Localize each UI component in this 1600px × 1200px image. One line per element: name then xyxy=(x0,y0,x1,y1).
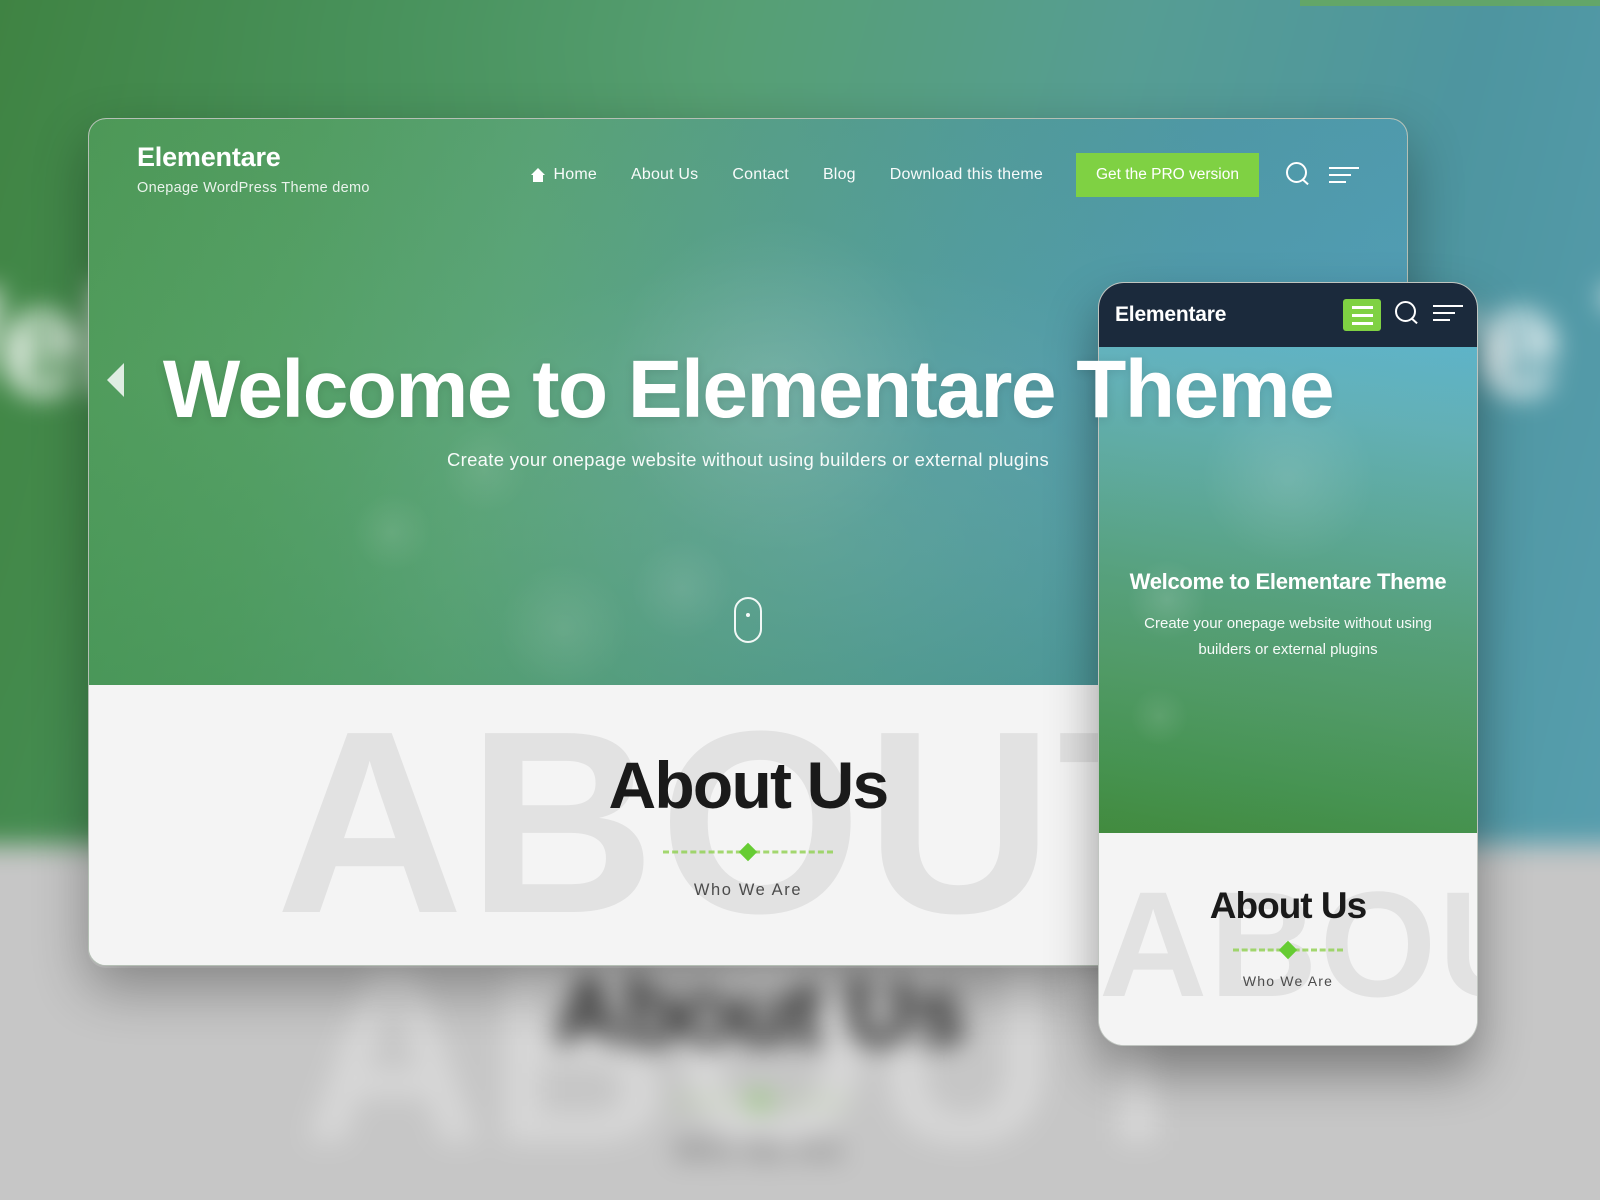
hamburger-icon xyxy=(1433,303,1463,323)
desktop-about-separator xyxy=(663,842,833,862)
mobile-hero-subtitle: Create your onepage website without usin… xyxy=(1144,615,1432,659)
background-top-strip xyxy=(1300,0,1600,6)
nav-item-download-label: Download this theme xyxy=(889,166,1043,183)
desktop-brand-name: Elementare xyxy=(137,142,281,172)
mobile-hero-text: Welcome to Elementare Theme Create your … xyxy=(1099,569,1477,664)
mobile-menu-toggle-button[interactable] xyxy=(1433,303,1463,328)
nav-item-about-us-label: About Us xyxy=(630,166,699,183)
get-pro-version-button[interactable]: Get the PRO version xyxy=(1075,153,1259,197)
desktop-brand[interactable]: Elementare Onepage WordPress Theme demo xyxy=(137,142,370,196)
mobile-search-button[interactable] xyxy=(1394,300,1420,331)
nav-item-about-us[interactable]: About Us xyxy=(614,156,715,194)
desktop-menu: Home About Us Contact Blog Download this… xyxy=(513,143,1359,197)
carousel-prev-arrow-icon[interactable] xyxy=(107,363,124,397)
nav-item-blog[interactable]: Blog xyxy=(806,156,873,194)
mobile-about-section: ABOUT About Us Who We Are xyxy=(1099,833,1477,1045)
mobile-menu-button[interactable] xyxy=(1343,299,1381,331)
desktop-hero-title: Welcome to Elementare Theme xyxy=(162,344,1335,435)
mobile-brand-name[interactable]: Elementare xyxy=(1115,303,1226,327)
mobile-header: Elementare xyxy=(1099,283,1477,347)
search-icon xyxy=(1394,300,1420,326)
nav-item-contact[interactable]: Contact xyxy=(715,156,806,194)
nav-item-blog-label: Blog xyxy=(822,166,856,183)
desktop-menu-toggle-button[interactable] xyxy=(1329,161,1359,190)
mobile-header-actions xyxy=(1343,299,1463,331)
mobile-hero-title: Welcome to Elementare Theme xyxy=(1129,569,1447,594)
background-about-separator xyxy=(672,1091,846,1111)
mouse-scroll-icon[interactable] xyxy=(734,597,762,643)
mobile-about-heading: About Us xyxy=(1209,885,1367,926)
desktop-brand-tagline: Onepage WordPress Theme demo xyxy=(137,179,370,196)
search-icon xyxy=(1285,161,1311,187)
nav-item-home[interactable]: Home xyxy=(513,156,613,194)
desktop-search-button[interactable] xyxy=(1285,159,1311,192)
nav-item-contact-label: Contact xyxy=(732,166,789,183)
nav-item-download-this-theme[interactable]: Download this theme xyxy=(873,156,1060,194)
desktop-hero-subtitle: Create your onepage website without usin… xyxy=(446,449,1050,471)
desktop-hero-text: Welcome to Elementare Theme Create your … xyxy=(89,344,1407,471)
mobile-about-subheading: Who We Are xyxy=(1242,973,1334,989)
nav-item-home-label: Home xyxy=(553,166,597,183)
hamburger-icon xyxy=(1329,165,1359,185)
home-icon xyxy=(530,168,546,182)
desktop-navbar: Elementare Onepage WordPress Theme demo … xyxy=(89,119,1407,197)
mobile-about-separator xyxy=(1233,940,1343,960)
background-about-subheading: Who We Are xyxy=(674,1134,844,1166)
